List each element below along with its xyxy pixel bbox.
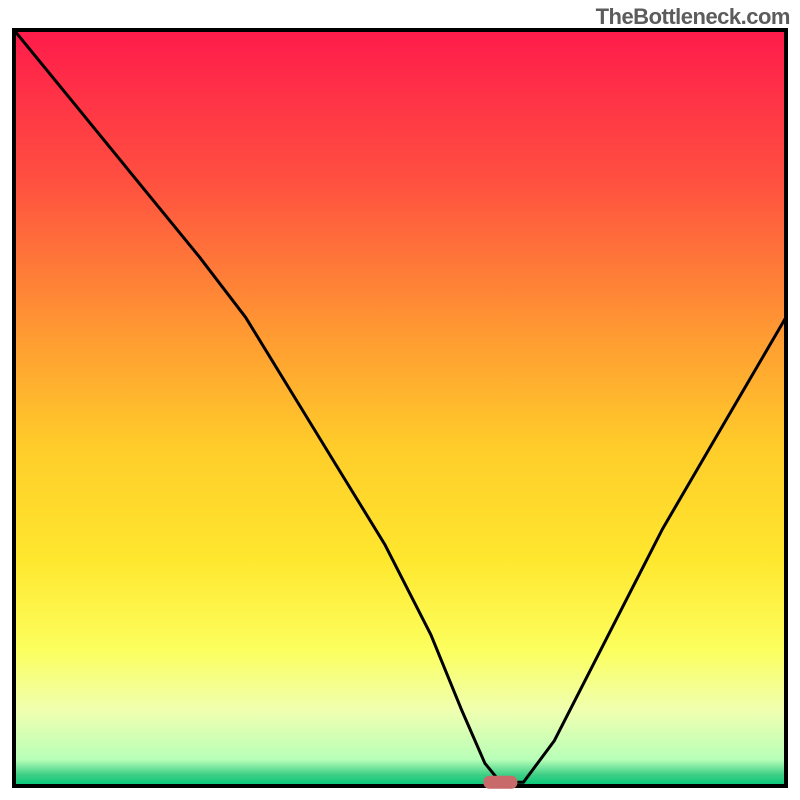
min-marker [483,776,517,789]
plot-background [14,30,786,786]
bottleneck-chart [0,0,800,800]
chart-container: TheBottleneck.com [0,0,800,800]
